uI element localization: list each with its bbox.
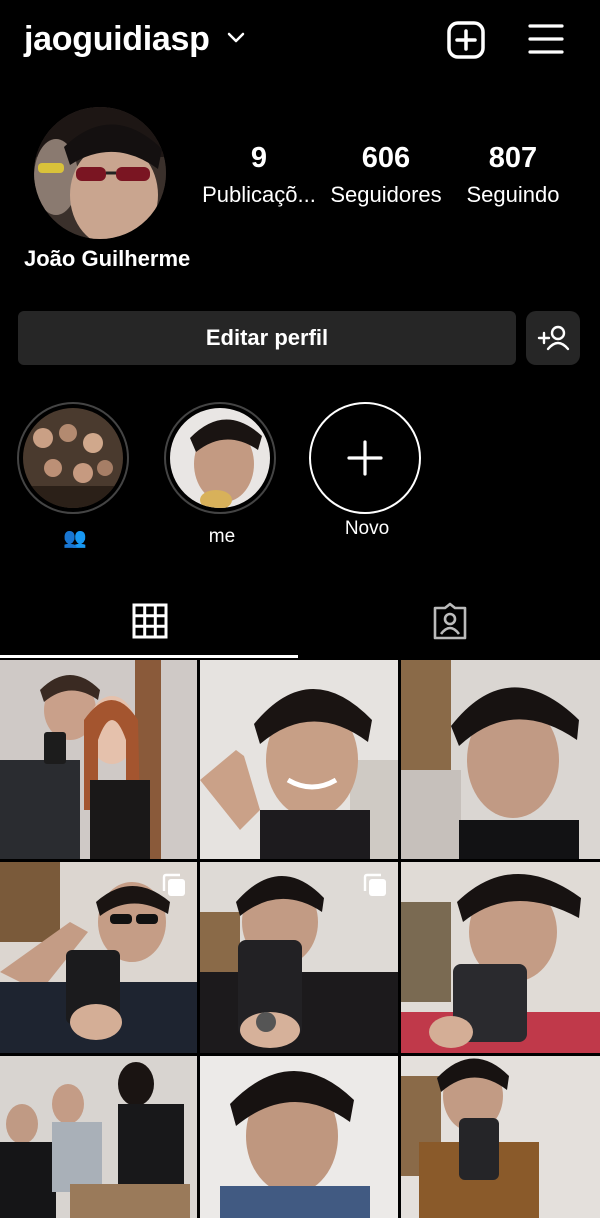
post-thumbnail[interactable] [0,660,197,859]
grid-icon [132,603,168,639]
highlight-ring [17,402,129,514]
stat-followers-label: Seguidores [330,182,442,207]
highlight-item[interactable]: me [164,402,280,548]
new-post-icon[interactable] [446,20,486,60]
post-thumbnail[interactable] [401,1056,600,1218]
highlight-label: me [208,526,236,547]
chevron-down-icon[interactable] [226,30,246,46]
carousel-icon [363,873,386,896]
post-thumbnail[interactable] [401,862,600,1053]
highlight-cover [170,408,270,508]
add-person-icon [537,325,570,351]
posts-grid [0,660,600,1218]
post-thumbnail[interactable] [0,862,197,1053]
top-bar: jaoguidiasp [0,0,600,84]
highlight-item[interactable]: 👥 [17,402,133,550]
post-thumbnail[interactable] [0,1056,197,1218]
display-name: João Guilherme [24,246,191,271]
highlight-ring [164,402,276,514]
profile-tabs [0,585,600,659]
avatar[interactable] [34,107,166,239]
post-thumbnail[interactable] [401,660,600,859]
carousel-icon [162,873,185,896]
stat-following-value: 807 [488,142,538,174]
edit-profile-button[interactable]: Editar perfil [18,311,516,365]
plus-icon [347,440,383,476]
stat-following-label: Seguindo [466,182,560,207]
highlight-label: 👥 [63,528,87,549]
username[interactable]: jaoguidiasp [24,20,210,59]
hamburger-menu-icon[interactable] [528,22,564,56]
tab-posts-grid[interactable] [0,585,300,657]
new-highlight-button[interactable]: Novo [309,402,425,540]
highlight-cover [23,408,123,508]
post-thumbnail[interactable] [200,862,398,1053]
stat-followers-value: 606 [361,142,411,174]
stat-posts-value: 9 [250,142,268,174]
highlight-label: Novo [344,518,390,539]
discover-people-button[interactable] [526,311,580,365]
post-thumbnail[interactable] [200,660,398,859]
active-tab-indicator [0,655,298,658]
highlight-ring [309,402,421,514]
tagged-icon [433,602,467,640]
post-thumbnail[interactable] [200,1056,398,1218]
stat-posts-label: Publicaçõ... [202,182,316,207]
tab-tagged[interactable] [300,585,600,657]
